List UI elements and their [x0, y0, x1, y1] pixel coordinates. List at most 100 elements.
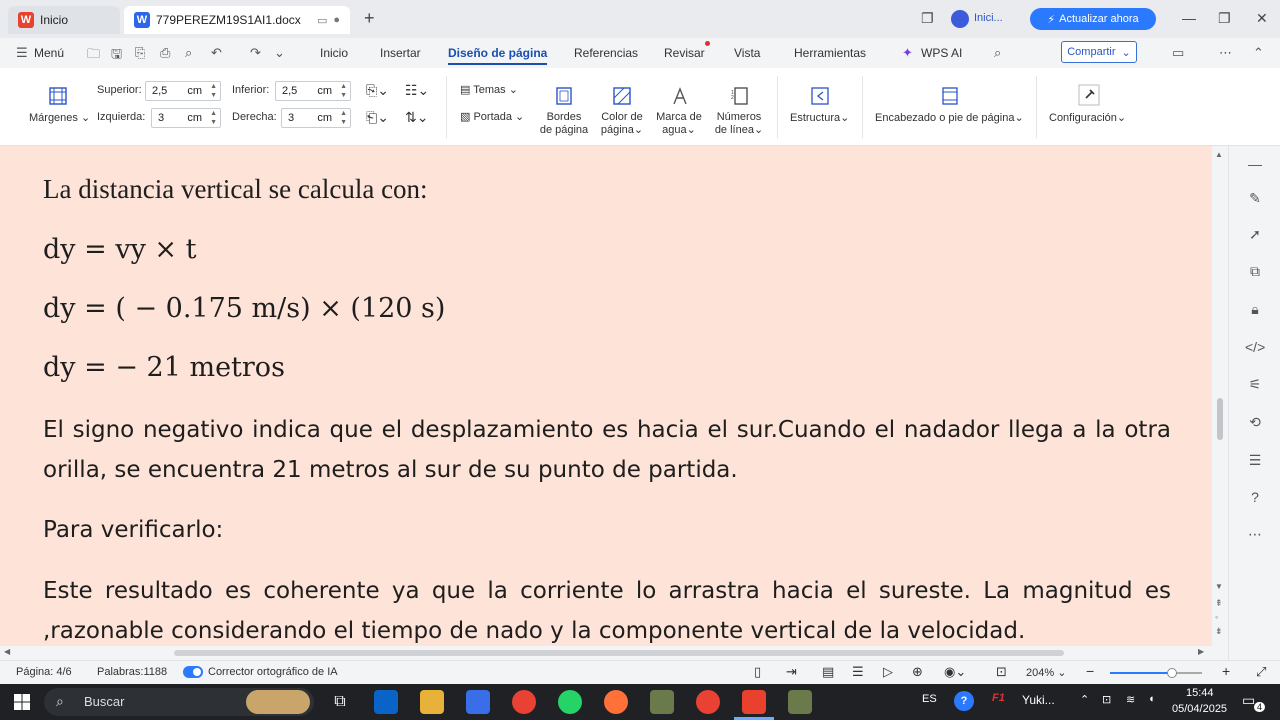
export-icon[interactable]: ⎘ [135, 45, 145, 61]
maximize-icon[interactable]: ❐ [1218, 10, 1231, 27]
list-outline-icon[interactable]: ☰ [1245, 452, 1265, 472]
scrollbar-thumb[interactable] [174, 650, 1064, 656]
zoom-slider-knob[interactable] [1166, 668, 1177, 678]
tray-device-icon[interactable]: ⊡ [1102, 693, 1111, 706]
spinner-icon[interactable]: ▲ ▼ [210, 82, 217, 100]
copy-format-icon[interactable]: ⧉ [1245, 263, 1265, 283]
menu-insertar[interactable]: Insertar [380, 46, 421, 60]
settings-config-icon[interactable] [1078, 84, 1100, 106]
fit-page-icon[interactable]: ⊡ [996, 664, 1007, 680]
clock-time[interactable]: 15:44 [1186, 687, 1214, 699]
chrome-icon[interactable] [512, 690, 536, 714]
menu-button[interactable]: Menú [34, 46, 64, 60]
header-footer-button[interactable]: Encabezado o pie de página⌄ [875, 111, 1024, 124]
spinner-icon[interactable]: ▲ ▼ [340, 82, 347, 100]
prev-page-icon[interactable]: ⇞ [1215, 598, 1223, 609]
paragraph[interactable]: Este resultado es coherente ya que la co… [43, 571, 1171, 651]
tab-home[interactable]: W Inicio [8, 6, 120, 34]
menu-referencias[interactable]: Referencias [574, 46, 638, 60]
comment-icon[interactable]: ▭ [1172, 45, 1184, 61]
scroll-left-icon[interactable]: ◀ [4, 647, 10, 656]
zoom-slider[interactable] [1110, 668, 1202, 678]
language-indicator[interactable]: ES [922, 693, 937, 705]
whatsapp-icon[interactable] [558, 690, 582, 714]
open-folder-icon[interactable]: 🗀 [87, 45, 100, 67]
watermark-button[interactable]: Marca de agua⌄ [651, 111, 707, 137]
code-icon[interactable]: </> [1245, 339, 1265, 359]
more-options-icon[interactable]: ⋯ [1219, 45, 1232, 61]
media-app-label[interactable]: Yuki... [1022, 693, 1055, 707]
menu-wps-ai[interactable]: WPS AI [921, 46, 962, 60]
pen-edit-icon[interactable]: ✎ [1245, 190, 1265, 210]
history-icon[interactable]: ⟲ [1245, 414, 1265, 434]
window-mode-icon[interactable]: ❐ [921, 10, 934, 27]
document-page[interactable]: La distancia vertical se calcula con: dy… [0, 146, 1212, 660]
zoom-in-icon[interactable]: + [1222, 663, 1230, 679]
store-icon[interactable] [466, 690, 490, 714]
redo-icon[interactable]: ↷ [250, 45, 261, 61]
collapse-panel-icon[interactable]: — [1245, 156, 1265, 176]
wps-office-icon[interactable] [742, 690, 766, 714]
zoom-out-icon[interactable]: − [1086, 663, 1094, 679]
save-icon[interactable]: 🖫 [111, 45, 122, 67]
chevron-down-icon[interactable]: ⌄ [274, 45, 285, 61]
outlook-icon[interactable] [374, 690, 398, 714]
orientation-icon[interactable]: ⎘⌄ [366, 82, 389, 99]
next-page-icon[interactable]: ⇟ [1215, 626, 1223, 637]
search-icon[interactable]: ⌕ [994, 45, 1001, 61]
right-margin-input[interactable]: 3 cm ▲ ▼ [281, 108, 351, 128]
eye-protection-icon[interactable]: ◉⌄ [944, 664, 966, 680]
select-browse-icon[interactable]: ◦ [1215, 612, 1218, 622]
equation-1[interactable]: dy = vy × t [43, 234, 196, 265]
upgrade-button[interactable]: ⚡ Actualizar ahora [1030, 8, 1156, 30]
size-icon[interactable]: ⎗⌄ [366, 109, 389, 126]
vertical-scrollbar[interactable]: ▲ ▼ ⇞ ◦ ⇟ [1212, 146, 1228, 660]
sliders-icon[interactable]: ⚟ [1245, 376, 1265, 396]
page-borders-button[interactable]: Bordes de página [536, 111, 592, 137]
undo-icon[interactable]: ↶ [211, 45, 222, 61]
menu-diseno-de-pagina[interactable]: Diseño de página [448, 46, 548, 65]
configuration-button[interactable]: Configuración⌄ [1049, 111, 1126, 124]
more-icon[interactable]: ⋯ [1245, 526, 1265, 546]
lock-icon[interactable]: 🔒︎ [1245, 301, 1265, 321]
collapse-ribbon-icon[interactable]: ⌃ [1253, 45, 1264, 61]
columns-icon[interactable]: ☷⌄ [405, 82, 429, 99]
text-direction-icon[interactable]: ⇅⌄ [405, 109, 428, 126]
menu-revisar[interactable]: Revisar [664, 46, 705, 60]
margins-button[interactable]: Márgenes ⌄ [29, 111, 90, 124]
read-mode-icon[interactable]: ▯ [754, 664, 761, 680]
page-borders-icon[interactable] [554, 86, 574, 106]
select-pointer-icon[interactable]: ➚ [1245, 226, 1265, 246]
menu-vista[interactable]: Vista [734, 46, 760, 60]
clock-date[interactable]: 05/04/2025 [1172, 703, 1227, 715]
chrome-profile-icon[interactable] [696, 690, 720, 714]
tab-document[interactable]: W 779PEREZM19S1AI1.docx ▭ ● [124, 6, 350, 34]
equation-2[interactable]: dy = ( − 0.175 m/s) × (120 s) [43, 293, 445, 324]
volume-icon[interactable]: ◖ [1148, 693, 1155, 705]
menu-inicio[interactable]: Inicio [320, 46, 348, 60]
new-tab-plus-icon[interactable]: + [364, 8, 375, 29]
scroll-right-icon[interactable]: ▶ [1198, 647, 1204, 656]
watermark-icon[interactable] [670, 86, 690, 106]
line-numbers-icon[interactable]: 1 2 [730, 86, 750, 106]
task-view-icon[interactable]: ⧉ [328, 690, 352, 714]
help-circle-icon[interactable]: ? [954, 691, 974, 711]
structure-icon[interactable] [810, 86, 830, 106]
page-color-button[interactable]: Color de página⌄ [594, 111, 650, 137]
left-margin-input[interactable]: 3 cm ▲ ▼ [151, 108, 221, 128]
tray-chevron-icon[interactable]: ⌃ [1080, 693, 1089, 706]
page-count[interactable]: Página: 4/6 [16, 666, 72, 678]
taskbar-search[interactable]: ⌕ Buscar [44, 688, 314, 716]
user-avatar[interactable] [951, 10, 969, 28]
user-name-label[interactable]: Inici... [974, 12, 1003, 24]
wifi-icon[interactable]: ≋ [1126, 693, 1135, 706]
word-count[interactable]: Palabras:1188 [97, 666, 167, 678]
text-line[interactable]: La distancia vertical se calcula con: [43, 174, 428, 205]
file-explorer-icon[interactable] [420, 690, 444, 714]
export-view-icon[interactable]: ⇥ [786, 664, 797, 680]
firefox-icon[interactable] [604, 690, 628, 714]
line-numbers-button[interactable]: Números de línea⌄ [711, 111, 767, 137]
scrollbar-thumb[interactable] [1217, 398, 1223, 440]
cover-button[interactable]: ▧ Portada ⌄ [460, 110, 524, 123]
f1-logo-icon[interactable]: F1 [992, 692, 1005, 704]
